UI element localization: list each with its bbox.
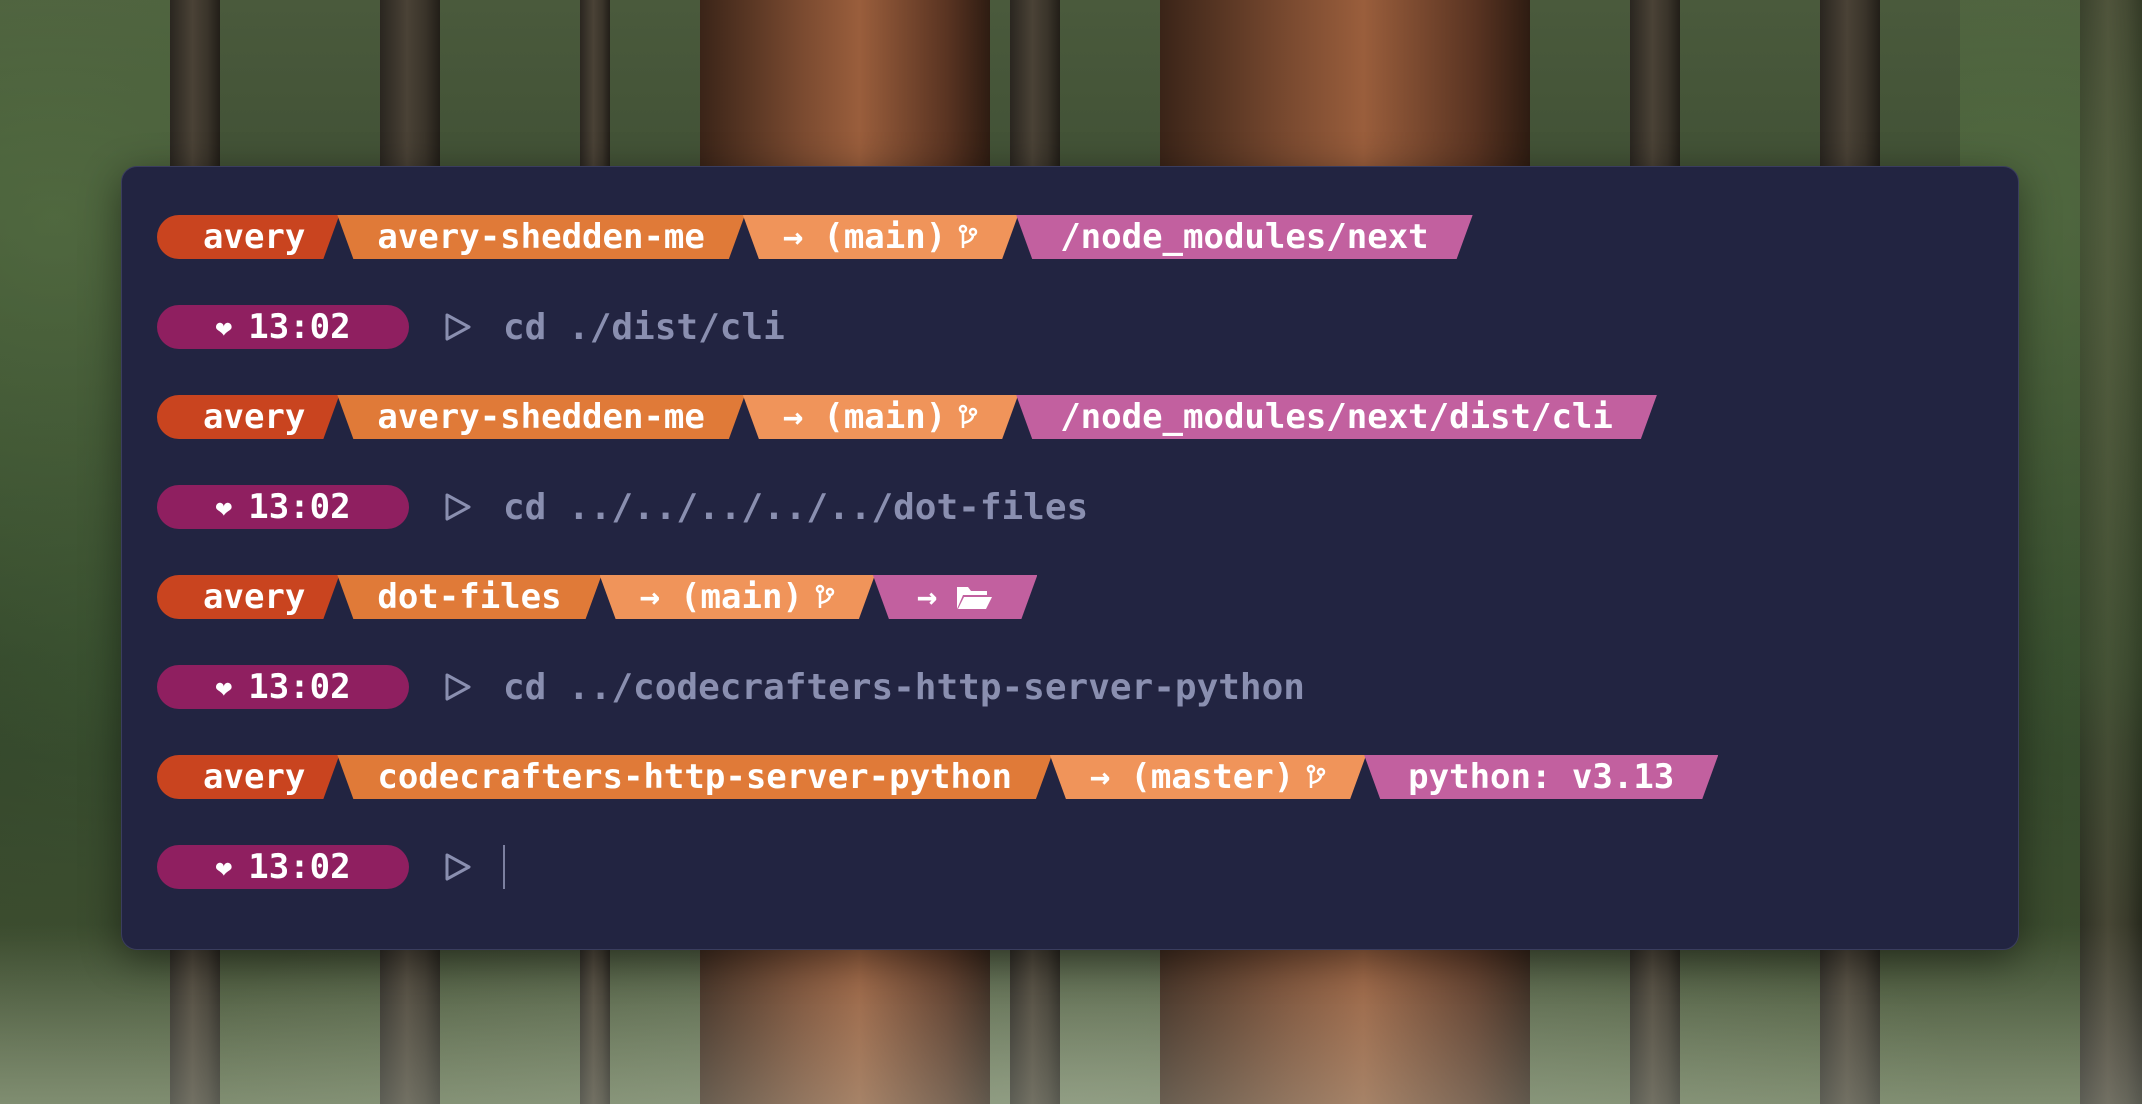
- git-branch-segment: → (main): [743, 215, 1018, 259]
- user-segment: avery: [157, 215, 339, 259]
- heart-icon: ❤: [215, 850, 233, 884]
- prompt-line: avery codecrafters-http-server-python → …: [157, 755, 1722, 799]
- play-triangle-icon: [445, 853, 471, 881]
- time-text: 13:02: [248, 487, 351, 527]
- git-branch-icon: [958, 404, 978, 430]
- time-badge: ❤ 13:02: [157, 485, 409, 529]
- branch-name: (master): [1130, 757, 1295, 797]
- heart-icon: ❤: [215, 670, 233, 704]
- text-cursor: [503, 845, 505, 889]
- time-badge: ❤ 13:02: [157, 305, 409, 349]
- git-branch-segment: → (main): [600, 575, 875, 619]
- command-line: ❤ 13:02 cd ./dist/cli: [157, 305, 785, 349]
- command-text: cd ../codecrafters-http-server-python: [503, 666, 1305, 708]
- play-triangle-icon: [445, 493, 471, 521]
- folder-open-icon: [955, 583, 993, 611]
- play-triangle-icon: [445, 313, 471, 341]
- play-triangle-icon: [445, 673, 471, 701]
- time-badge: ❤ 13:02: [157, 845, 409, 889]
- branch-name: (main): [823, 397, 947, 437]
- prompt-line: avery dot-files → (main) →: [157, 575, 1041, 619]
- heart-icon: ❤: [215, 490, 233, 524]
- arrow-icon: →: [916, 577, 938, 617]
- branch-name: (main): [823, 217, 947, 257]
- prompt-line: avery avery-shedden-me → (main) /node_mo…: [157, 215, 1477, 259]
- command-text: cd ./dist/cli: [503, 306, 785, 348]
- time-badge: ❤ 13:02: [157, 665, 409, 709]
- arrow-icon: →: [782, 397, 804, 437]
- arrow-icon: →: [1089, 757, 1111, 797]
- heart-icon: ❤: [215, 310, 233, 344]
- time-text: 13:02: [248, 307, 351, 347]
- user-segment: avery: [157, 575, 339, 619]
- git-branch-segment: → (main): [743, 395, 1018, 439]
- directory-segment: avery-shedden-me: [337, 215, 745, 259]
- arrow-icon: →: [639, 577, 661, 617]
- time-text: 13:02: [248, 667, 351, 707]
- arrow-icon: →: [782, 217, 804, 257]
- git-branch-segment: → (master): [1050, 755, 1366, 799]
- ground-mist: [0, 924, 2142, 1104]
- path-segment: →: [873, 575, 1037, 619]
- command-line: ❤ 13:02 cd ../../../../../dot-files: [157, 485, 1088, 529]
- git-branch-icon: [958, 224, 978, 250]
- path-segment: /node_modules/next/dist/cli: [1016, 395, 1657, 439]
- terminal-window[interactable]: avery avery-shedden-me → (main) /node_mo…: [121, 166, 2019, 950]
- directory-segment: dot-files: [337, 575, 601, 619]
- user-segment: avery: [157, 395, 339, 439]
- command-text: cd ../../../../../dot-files: [503, 486, 1089, 528]
- command-line: ❤ 13:02 cd ../codecrafters-http-server-p…: [157, 665, 1305, 709]
- directory-segment: avery-shedden-me: [337, 395, 745, 439]
- path-segment: python: v3.13: [1364, 755, 1718, 799]
- git-branch-icon: [815, 584, 835, 610]
- path-segment: /node_modules/next: [1016, 215, 1472, 259]
- branch-name: (main): [680, 577, 803, 617]
- git-branch-icon: [1306, 764, 1326, 790]
- directory-segment: codecrafters-http-server-python: [337, 755, 1052, 799]
- command-line-active[interactable]: ❤ 13:02: [157, 845, 505, 889]
- prompt-line: avery avery-shedden-me → (main) /node_mo…: [157, 395, 1661, 439]
- time-text: 13:02: [248, 847, 351, 887]
- user-segment: avery: [157, 755, 339, 799]
